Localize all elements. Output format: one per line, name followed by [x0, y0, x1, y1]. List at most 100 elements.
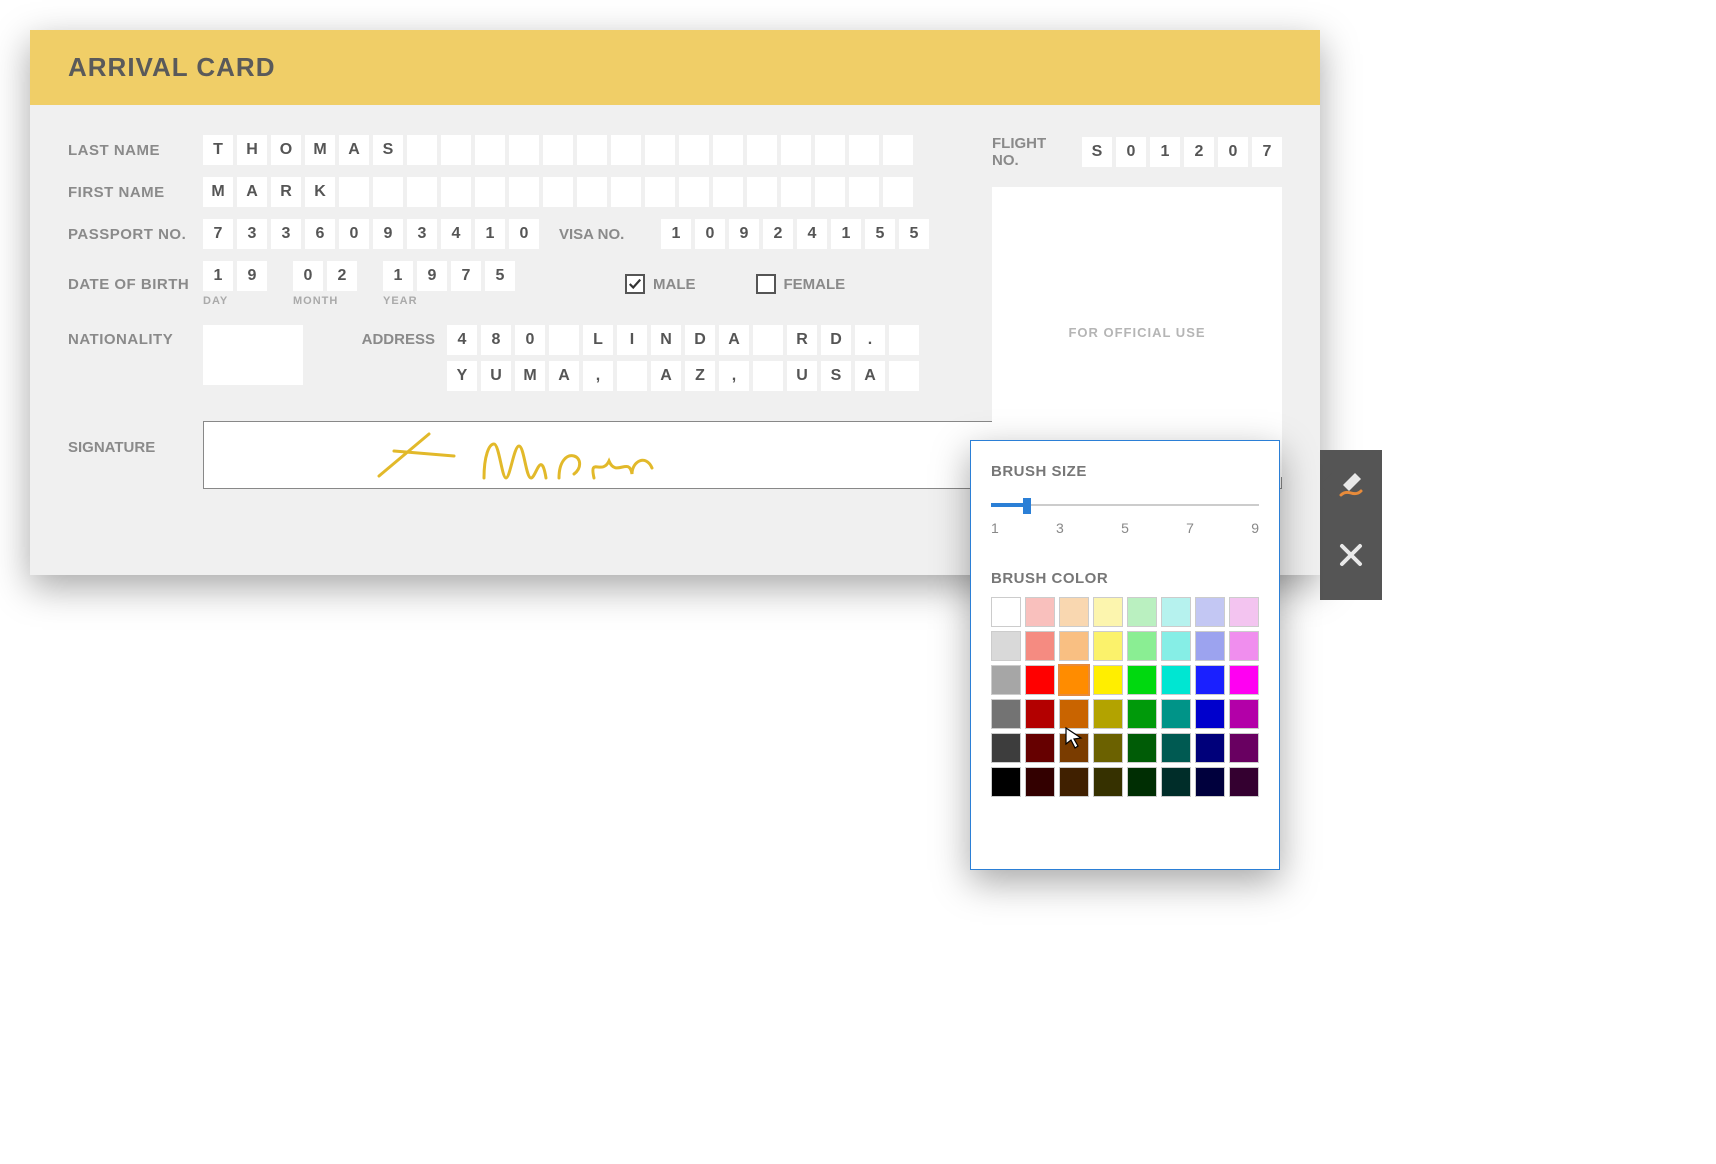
char-cell[interactable]: 5 — [485, 261, 515, 291]
char-cell[interactable]: O — [271, 135, 301, 165]
char-cell[interactable] — [339, 177, 369, 207]
char-cell[interactable]: 5 — [865, 219, 895, 249]
char-cell[interactable]: 6 — [305, 219, 335, 249]
char-cell[interactable]: Z — [685, 361, 715, 391]
char-cell[interactable]: 3 — [237, 219, 267, 249]
color-swatch[interactable] — [1059, 699, 1089, 729]
char-cell[interactable]: 0 — [293, 261, 323, 291]
char-cell[interactable]: A — [339, 135, 369, 165]
char-cell[interactable] — [611, 177, 641, 207]
char-cell[interactable]: , — [719, 361, 749, 391]
char-cell[interactable] — [441, 135, 471, 165]
checkbox-male[interactable] — [625, 274, 645, 294]
char-cell[interactable]: 2 — [763, 219, 793, 249]
char-cell[interactable] — [849, 135, 879, 165]
color-swatch[interactable] — [1093, 665, 1123, 695]
char-cell[interactable]: 0 — [509, 219, 539, 249]
color-swatch[interactable] — [1195, 733, 1225, 763]
char-cell[interactable] — [611, 135, 641, 165]
char-cell[interactable]: M — [203, 177, 233, 207]
char-cell[interactable] — [713, 177, 743, 207]
char-cell[interactable]: , — [583, 361, 613, 391]
close-tool-button[interactable] — [1320, 520, 1382, 590]
char-cell[interactable]: 7 — [203, 219, 233, 249]
color-swatch[interactable] — [1025, 597, 1055, 627]
color-swatch[interactable] — [991, 631, 1021, 661]
color-swatch[interactable] — [1127, 733, 1157, 763]
color-swatch[interactable] — [1229, 597, 1259, 627]
char-cell[interactable]: 1 — [1150, 137, 1180, 167]
color-swatch[interactable] — [1161, 767, 1191, 797]
char-cell[interactable]: 0 — [1218, 137, 1248, 167]
color-swatch[interactable] — [1161, 665, 1191, 695]
char-cell[interactable] — [577, 135, 607, 165]
char-cell[interactable]: D — [821, 325, 851, 355]
char-cell[interactable] — [753, 361, 783, 391]
char-cell[interactable]: D — [685, 325, 715, 355]
char-cell[interactable]: 0 — [515, 325, 545, 355]
char-cell[interactable]: S — [1082, 137, 1112, 167]
color-swatch[interactable] — [1229, 733, 1259, 763]
char-cell[interactable] — [549, 325, 579, 355]
char-cell[interactable]: Y — [447, 361, 477, 391]
char-cell[interactable]: S — [821, 361, 851, 391]
char-cell[interactable] — [849, 177, 879, 207]
color-swatch[interactable] — [1195, 631, 1225, 661]
char-cell[interactable]: 0 — [339, 219, 369, 249]
char-cell[interactable]: 8 — [481, 325, 511, 355]
char-cell[interactable]: A — [719, 325, 749, 355]
char-cell[interactable]: 1 — [475, 219, 505, 249]
char-cell[interactable] — [889, 361, 919, 391]
color-swatch[interactable] — [1161, 631, 1191, 661]
char-cell[interactable] — [475, 177, 505, 207]
color-swatch[interactable] — [1059, 665, 1089, 695]
char-cell[interactable]: 3 — [271, 219, 301, 249]
char-cell[interactable] — [747, 135, 777, 165]
char-cell[interactable]: 2 — [327, 261, 357, 291]
char-cell[interactable] — [577, 177, 607, 207]
color-swatch[interactable] — [1161, 597, 1191, 627]
char-cell[interactable]: 2 — [1184, 137, 1214, 167]
char-cell[interactable] — [373, 177, 403, 207]
color-swatch[interactable] — [1025, 767, 1055, 797]
char-cell[interactable]: L — [583, 325, 613, 355]
color-swatch[interactable] — [1195, 665, 1225, 695]
char-cell[interactable]: A — [855, 361, 885, 391]
char-cell[interactable] — [407, 177, 437, 207]
char-cell[interactable] — [753, 325, 783, 355]
color-swatch[interactable] — [1059, 597, 1089, 627]
char-cell[interactable] — [441, 177, 471, 207]
char-cell[interactable]: M — [515, 361, 545, 391]
char-cell[interactable]: I — [617, 325, 647, 355]
char-cell[interactable]: S — [373, 135, 403, 165]
color-swatch[interactable] — [1195, 597, 1225, 627]
color-swatch[interactable] — [991, 597, 1021, 627]
color-swatch[interactable] — [991, 665, 1021, 695]
char-cell[interactable]: U — [787, 361, 817, 391]
brush-tool-button[interactable] — [1320, 450, 1382, 520]
char-cell[interactable]: A — [651, 361, 681, 391]
color-swatch[interactable] — [1093, 631, 1123, 661]
color-swatch[interactable] — [1229, 767, 1259, 797]
char-cell[interactable] — [475, 135, 505, 165]
char-cell[interactable]: . — [855, 325, 885, 355]
char-cell[interactable] — [815, 177, 845, 207]
char-cell[interactable]: 1 — [203, 261, 233, 291]
char-cell[interactable]: A — [237, 177, 267, 207]
color-swatch[interactable] — [1229, 699, 1259, 729]
color-swatch[interactable] — [1093, 597, 1123, 627]
char-cell[interactable]: 9 — [729, 219, 759, 249]
char-cell[interactable] — [883, 177, 913, 207]
char-cell[interactable]: U — [481, 361, 511, 391]
char-cell[interactable]: H — [237, 135, 267, 165]
color-swatch[interactable] — [1059, 767, 1089, 797]
color-swatch[interactable] — [1059, 631, 1089, 661]
char-cell[interactable]: N — [651, 325, 681, 355]
char-cell[interactable] — [679, 177, 709, 207]
char-cell[interactable]: K — [305, 177, 335, 207]
char-cell[interactable] — [645, 177, 675, 207]
color-swatch[interactable] — [1025, 733, 1055, 763]
char-cell[interactable] — [713, 135, 743, 165]
brush-size-slider[interactable]: 13579 — [991, 490, 1259, 540]
char-cell[interactable] — [509, 135, 539, 165]
